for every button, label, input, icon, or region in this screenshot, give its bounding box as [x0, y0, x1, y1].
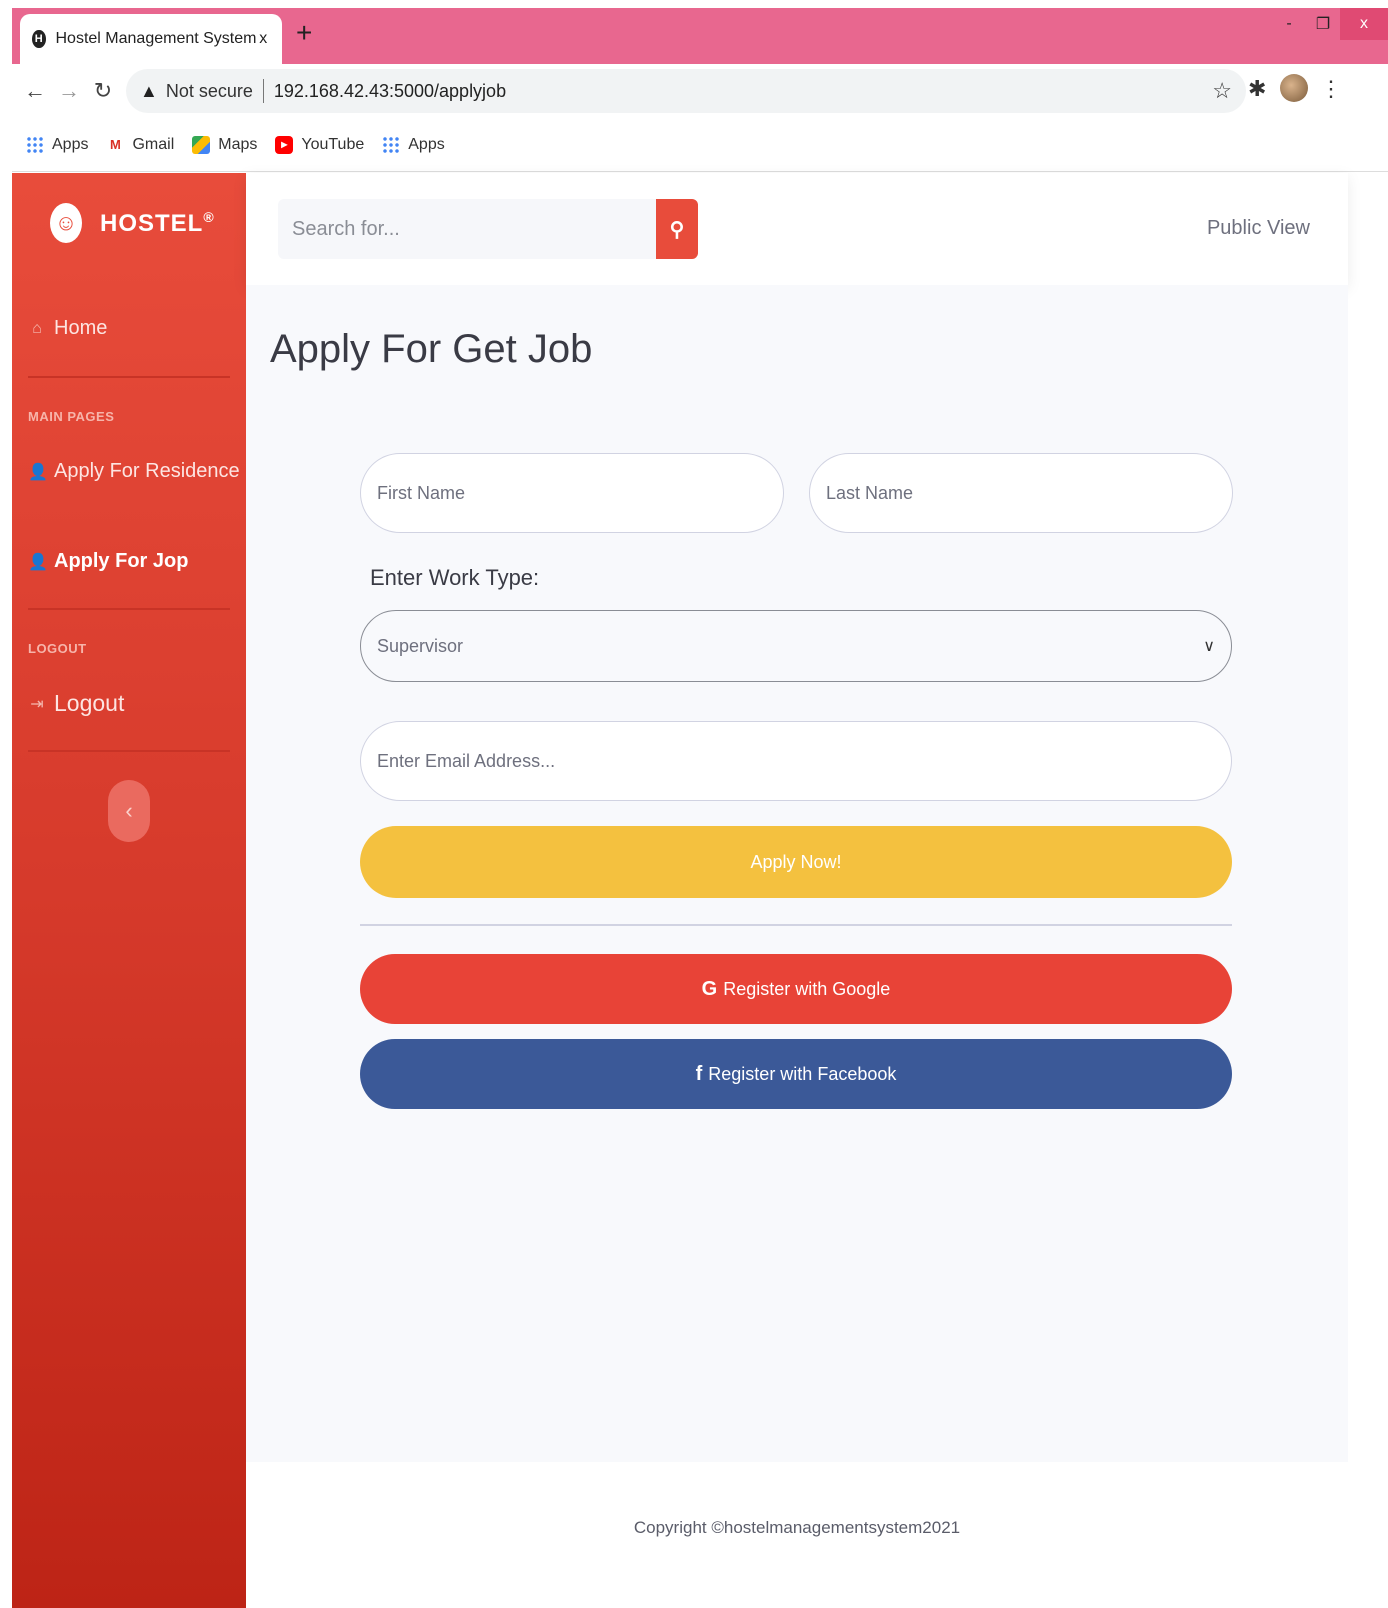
- search-icon: ⚲: [669, 218, 685, 241]
- bookmark-star-icon[interactable]: ☆: [1212, 78, 1232, 104]
- sidebar-item-label: Home: [54, 317, 108, 339]
- bookmark-gmail[interactable]: M Gmail: [106, 136, 174, 154]
- omnibox-separator: [262, 79, 264, 103]
- reload-icon[interactable]: ↻: [86, 78, 120, 104]
- sidebar: ☺ HOSTEL® ⌂ Home MAIN PAGES 👤 Apply For …: [12, 173, 246, 1608]
- register-facebook-label: Register with Facebook: [708, 1063, 897, 1084]
- main-content: Apply For Get Job Enter Work Type: Super…: [246, 285, 1348, 1462]
- first-name-field[interactable]: [360, 453, 784, 533]
- url-text[interactable]: 192.168.42.43:5000/applyjob: [274, 81, 1212, 102]
- bookmark-youtube[interactable]: ▶ YouTube: [275, 135, 365, 154]
- work-type-value: Supervisor: [377, 635, 464, 656]
- browser-tab[interactable]: H Hostel Management System x: [20, 14, 282, 64]
- footer: Copyright ©hostelmanagementsystem2021: [246, 1462, 1348, 1608]
- address-bar[interactable]: ▲ Not secure 192.168.42.43:5000/applyjob…: [126, 69, 1246, 113]
- browser-menu-icon[interactable]: ⋮: [1320, 76, 1342, 102]
- bookmark-apps[interactable]: Apps: [26, 135, 89, 154]
- register-google-button[interactable]: G Register with Google: [360, 954, 1232, 1024]
- sign-out-icon: ⇥: [30, 695, 44, 713]
- search-input[interactable]: [278, 199, 656, 259]
- user-plus-icon: 👤: [28, 553, 48, 571]
- bookmark-maps[interactable]: Maps: [192, 135, 258, 154]
- user-icon: 👤: [28, 463, 48, 481]
- sidebar-item-label: Logout: [54, 690, 125, 716]
- bookmark-label: YouTube: [301, 135, 365, 153]
- forward-arrow-icon[interactable]: →: [52, 78, 86, 104]
- bookmark-label: Apps: [52, 135, 89, 153]
- bookmarks-bar: Apps M Gmail Maps ▶ YouTube Apps: [12, 118, 1388, 172]
- browser-toolbar: ← → ↻ ▲ Not secure 192.168.42.43:5000/ap…: [12, 64, 1388, 118]
- register-google-label: Register with Google: [723, 978, 891, 999]
- work-type-label: Enter Work Type:: [370, 565, 540, 590]
- browser-tab-bar: H Hostel Management System x + - ❐ x: [12, 8, 1388, 64]
- back-arrow-icon[interactable]: ←: [18, 78, 52, 104]
- copyright-text: Copyright ©hostelmanagementsystem2021: [633, 1518, 961, 1537]
- laughing-face-icon: ☺: [50, 203, 82, 243]
- bookmark-label: Apps: [408, 135, 445, 153]
- work-type-select[interactable]: Supervisor ∨: [360, 610, 1232, 682]
- apps-grid-icon: [26, 135, 44, 154]
- sidebar-heading-main: MAIN PAGES: [28, 409, 115, 424]
- youtube-icon: ▶: [275, 135, 294, 154]
- sidebar-item-apply-residence[interactable]: 👤 Apply For Residence: [28, 460, 240, 483]
- tab-close-icon[interactable]: x: [256, 30, 270, 48]
- sidebar-heading-logout: LOGOUT: [28, 641, 87, 656]
- topbar: ⚲ Public View: [246, 173, 1348, 285]
- brand-name: HOSTEL®: [100, 209, 215, 238]
- brand-name-text: HOSTEL: [100, 209, 204, 237]
- apply-now-button[interactable]: Apply Now!: [360, 826, 1232, 898]
- warning-icon: ▲: [140, 80, 158, 101]
- email-field[interactable]: [360, 721, 1232, 801]
- restore-button[interactable]: ❐: [1306, 8, 1340, 40]
- home-icon: ⌂: [32, 319, 42, 337]
- extensions-puzzle-icon[interactable]: ✱: [1248, 76, 1266, 102]
- search-button[interactable]: ⚲: [656, 199, 698, 259]
- search-group: ⚲: [278, 199, 698, 259]
- last-name-field[interactable]: [809, 453, 1233, 533]
- tab-title: Hostel Management System: [55, 30, 257, 47]
- sidebar-item-apply-job[interactable]: 👤 Apply For Jop: [28, 550, 188, 573]
- apps-grid-icon: [382, 135, 401, 154]
- sidebar-item-home[interactable]: ⌂ Home: [28, 317, 107, 340]
- minimize-button[interactable]: -: [1272, 8, 1306, 40]
- maps-icon: [192, 135, 211, 154]
- page-title: Apply For Get Job: [270, 327, 593, 371]
- facebook-icon: f: [695, 1062, 703, 1085]
- sidebar-toggle-button[interactable]: ‹: [108, 780, 150, 842]
- sidebar-divider: [28, 608, 230, 610]
- new-tab-button[interactable]: +: [296, 18, 312, 48]
- bookmark-apps-2[interactable]: Apps: [382, 135, 445, 154]
- bookmark-label: Gmail: [132, 135, 175, 153]
- register-facebook-button[interactable]: f Register with Facebook: [360, 1039, 1232, 1109]
- sidebar-item-logout[interactable]: ⇥ Logout: [28, 690, 124, 717]
- chevron-down-icon: ∨: [1203, 638, 1215, 655]
- profile-avatar[interactable]: [1280, 74, 1308, 102]
- google-icon: G: [701, 977, 718, 1000]
- sidebar-item-label: Apply For Residence: [54, 460, 240, 482]
- close-window-button[interactable]: x: [1340, 8, 1388, 40]
- sidebar-divider: [28, 750, 230, 752]
- brand-mark: ®: [203, 208, 215, 225]
- sidebar-divider: [28, 376, 230, 378]
- sidebar-item-label: Apply For Jop: [54, 550, 189, 572]
- not-secure-label: Not secure: [165, 80, 253, 101]
- window-controls: - ❐ x: [1272, 8, 1388, 40]
- hostel-favicon-icon: H: [32, 30, 46, 48]
- gmail-icon: M: [110, 137, 121, 152]
- bookmark-label: Maps: [218, 135, 258, 153]
- form-divider: [360, 924, 1232, 926]
- public-view-link[interactable]: Public View: [1207, 217, 1310, 240]
- brand-link[interactable]: ☺ HOSTEL®: [50, 203, 215, 243]
